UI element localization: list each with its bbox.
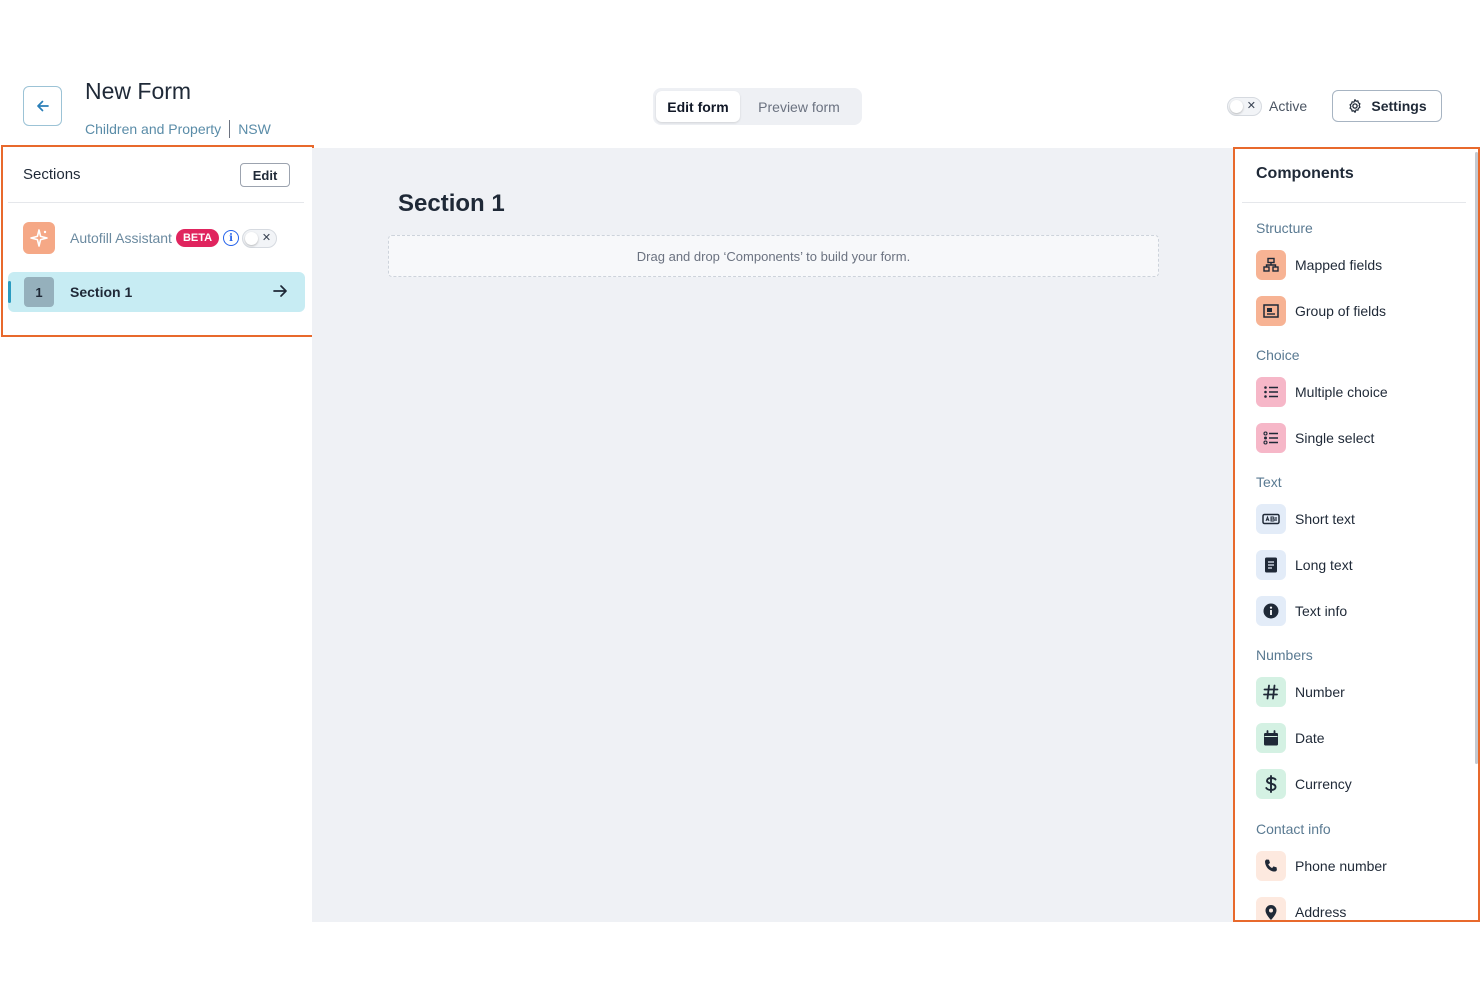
arrow-left-icon — [36, 100, 49, 112]
map-pin-icon — [1256, 897, 1286, 922]
components-title: Components — [1256, 165, 1354, 182]
hash-icon — [1256, 677, 1286, 707]
phone-icon — [1256, 851, 1286, 881]
component-long-text[interactable]: Long text — [1256, 549, 1353, 581]
component-group-of-fields[interactable]: Group of fields — [1256, 295, 1386, 327]
component-multiple-choice[interactable]: Multiple choice — [1256, 376, 1388, 408]
component-label: Currency — [1295, 776, 1352, 792]
page-title: New Form — [85, 78, 192, 104]
component-label: Text info — [1295, 603, 1348, 619]
scrollbar[interactable] — [1475, 152, 1478, 764]
settings-label: Settings — [1371, 98, 1427, 114]
component-single-select[interactable]: Single select — [1256, 422, 1374, 454]
section-heading: Section 1 — [398, 190, 505, 217]
info-icon — [1256, 596, 1286, 626]
group-label-numbers: Numbers — [1256, 647, 1313, 663]
components-panel: Components Structure Mapped fields Group… — [1234, 148, 1480, 922]
divider — [1242, 202, 1466, 203]
component-short-text[interactable]: Short text — [1256, 503, 1355, 535]
component-label: Date — [1295, 730, 1325, 746]
component-label: Number — [1295, 684, 1345, 700]
close-icon: ✕ — [1246, 100, 1256, 112]
group-label-contact-info: Contact info — [1256, 821, 1331, 837]
component-label: Multiple choice — [1295, 384, 1388, 400]
list-icon — [1256, 377, 1286, 407]
component-label: Mapped fields — [1295, 257, 1383, 273]
component-mapped-fields[interactable]: Mapped fields — [1256, 249, 1382, 281]
component-label: Address — [1295, 904, 1347, 920]
breadcrumb-divider — [229, 120, 231, 138]
toggle-knob — [1230, 100, 1243, 113]
group-label-text: Text — [1256, 474, 1282, 490]
active-label: Active — [1269, 98, 1308, 114]
mapped-fields-icon — [1256, 250, 1286, 280]
form-region: NSW — [238, 121, 271, 137]
component-date[interactable]: Date — [1256, 722, 1325, 754]
component-label: Single select — [1295, 430, 1375, 446]
sections-highlight-box — [1, 145, 314, 337]
active-toggle[interactable]: ✕ — [1227, 97, 1262, 116]
form-category: Children and Property — [85, 121, 222, 137]
tab-edit-form[interactable]: Edit form — [656, 91, 740, 122]
component-phone-number[interactable]: Phone number — [1256, 850, 1387, 882]
dollar-icon — [1256, 769, 1286, 799]
component-dropzone[interactable]: Drag and drop ‘Components’ to build your… — [388, 235, 1159, 277]
component-label: Long text — [1295, 557, 1353, 573]
component-address[interactable]: Address — [1256, 896, 1346, 922]
component-number[interactable]: Number — [1256, 676, 1345, 708]
mode-switch: Edit form Preview form — [653, 88, 862, 125]
tab-preview-form[interactable]: Preview form — [744, 91, 854, 122]
group-label-choice: Choice — [1256, 347, 1300, 363]
component-label: Group of fields — [1295, 303, 1387, 319]
group-fields-icon — [1256, 296, 1286, 326]
component-label: Short text — [1295, 511, 1355, 527]
document-icon — [1256, 550, 1286, 580]
text-field-icon — [1256, 504, 1286, 534]
calendar-icon — [1256, 723, 1286, 753]
component-currency[interactable]: Currency — [1256, 768, 1352, 800]
group-label-structure: Structure — [1256, 220, 1313, 236]
list-select-icon — [1256, 423, 1286, 453]
settings-button[interactable]: Settings — [1332, 90, 1442, 122]
gear-icon — [1349, 99, 1361, 113]
component-label: Phone number — [1295, 858, 1387, 874]
back-button[interactable] — [23, 86, 62, 126]
breadcrumb: Children and Property NSW — [85, 120, 271, 138]
component-text-info[interactable]: Text info — [1256, 595, 1347, 627]
header: New Form Children and Property NSW Edit … — [0, 0, 1480, 148]
